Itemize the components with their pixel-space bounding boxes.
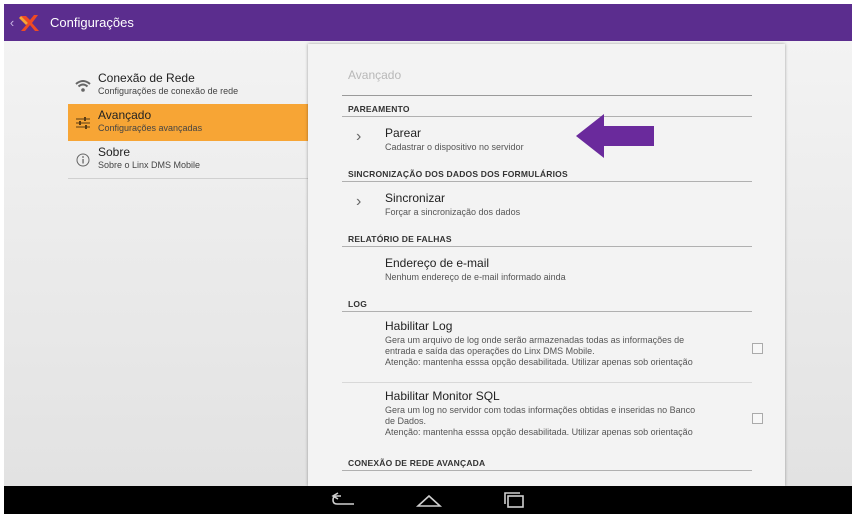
sidebar-item-sobre[interactable]: Sobre Sobre o Linx DMS Mobile: [68, 141, 308, 178]
sidebar-item-conexao-rede[interactable]: Conexão de Rede Configurações de conexão…: [68, 67, 308, 104]
sidebar-item-title: Conexão de Rede: [98, 71, 195, 85]
device-screen: ‹ Configurações Conexão de Rede Configur…: [4, 4, 852, 514]
pref-habilitar-monitor-sql[interactable]: Habilitar Monitor SQL Gera um log no ser…: [342, 385, 763, 451]
pref-title: Endereço de e-mail: [385, 256, 490, 270]
back-icon[interactable]: [329, 492, 359, 508]
divider: [342, 470, 752, 471]
category-log: LOG: [348, 299, 368, 309]
habilitar-log-checkbox[interactable]: [752, 343, 763, 354]
annotation-arrow-icon: [576, 114, 654, 158]
info-icon: [68, 141, 98, 178]
category-sincronizacao: SINCRONIZAÇÃO DOS DADOS DOS FORMULÁRIOS: [348, 169, 568, 179]
pref-summary: Gera um arquivo de log onde serão armaze…: [385, 335, 693, 367]
sidebar-item-subtitle: Configurações avançadas: [98, 123, 203, 133]
chevron-right-icon: ›: [356, 193, 362, 210]
category-conexao-rede-avancada: CONEXÃO DE REDE AVANÇADA: [348, 458, 486, 468]
sidebar-item-subtitle: Configurações de conexão de rede: [98, 86, 239, 96]
linx-logo-icon[interactable]: [18, 12, 40, 34]
category-relatorio-falhas: RELATÓRIO DE FALHAS: [348, 234, 452, 244]
habilitar-monitor-sql-checkbox[interactable]: [752, 413, 763, 424]
divider: [68, 178, 308, 179]
sidebar-item-title: Sobre: [98, 145, 131, 159]
pref-title: Parear: [385, 126, 422, 140]
category-pareamento: PAREAMENTO: [348, 104, 410, 114]
pref-summary: Gera um log no servidor com todas inform…: [385, 405, 696, 437]
pref-summary: Nenhum endereço de e-mail informado aind…: [385, 272, 566, 282]
divider: [342, 246, 752, 247]
pref-summary: Forçar a sincronização dos dados: [385, 207, 521, 217]
pref-parear[interactable]: › Parear Cadastrar o dispositivo no serv…: [342, 122, 752, 158]
divider: [342, 181, 752, 182]
chevron-right-icon: ›: [356, 128, 362, 145]
panel-title: Avançado: [348, 68, 402, 82]
settings-headers-list: Conexão de Rede Configurações de conexão…: [68, 67, 308, 179]
sidebar-item-subtitle: Sobre o Linx DMS Mobile: [98, 160, 201, 170]
divider: [342, 95, 752, 96]
pref-title: Sincronizar: [385, 191, 446, 205]
pref-title: Habilitar Log: [385, 319, 453, 333]
home-icon[interactable]: [414, 492, 444, 508]
divider: [342, 116, 752, 117]
sidebar-item-title: Avançado: [98, 108, 152, 122]
system-navigation-bar: [4, 486, 852, 514]
settings-detail-panel: Avançado PAREAMENTO › Parear Cadastrar o…: [308, 44, 785, 486]
chevron-left-icon[interactable]: ‹: [6, 15, 18, 30]
pref-title: Habilitar Monitor SQL: [385, 389, 500, 403]
settings-content: Conexão de Rede Configurações de conexão…: [4, 41, 852, 486]
pref-email[interactable]: Endereço de e-mail Nenhum endereço de e-…: [342, 252, 752, 288]
sidebar-item-avancado[interactable]: Avançado Configurações avançadas: [68, 104, 308, 141]
pref-habilitar-log[interactable]: Habilitar Log Gera um arquivo de log ond…: [342, 315, 763, 381]
pref-sincronizar[interactable]: › Sincronizar Forçar a sincronização dos…: [342, 187, 752, 223]
recents-icon[interactable]: [499, 492, 529, 508]
action-bar: ‹ Configurações: [4, 4, 852, 41]
divider: [342, 311, 752, 312]
sliders-icon: [68, 104, 98, 141]
page-title: Configurações: [50, 15, 134, 30]
wifi-icon: [68, 67, 98, 104]
divider: [342, 382, 752, 383]
